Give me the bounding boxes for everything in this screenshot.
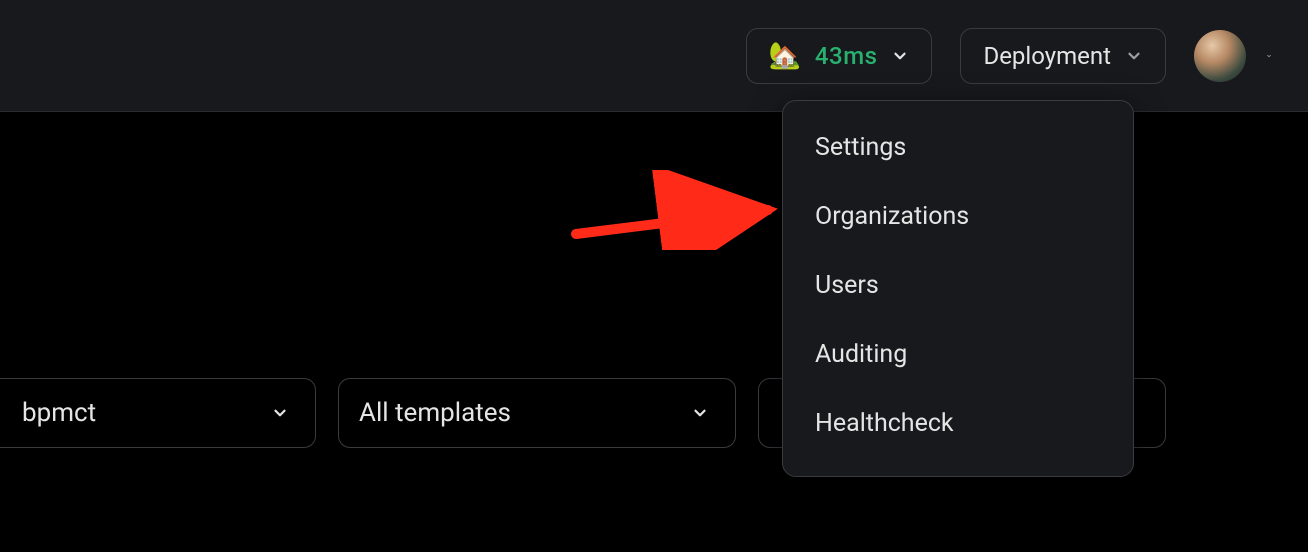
- latency-value: 43ms: [815, 42, 878, 70]
- annotation-arrow-icon: [568, 170, 788, 250]
- menu-item-settings[interactable]: Settings: [783, 113, 1133, 182]
- user-menu-button[interactable]: [1194, 30, 1278, 82]
- topbar: 🏡 43ms Deployment: [0, 0, 1308, 112]
- chevron-down-icon: [1260, 47, 1278, 65]
- chevron-down-icon: [891, 47, 909, 65]
- template-filter-label: All templates: [359, 398, 511, 428]
- menu-item-label: Settings: [815, 133, 906, 162]
- chevron-down-icon: [691, 404, 709, 422]
- menu-item-users[interactable]: Users: [783, 251, 1133, 320]
- menu-item-label: Users: [815, 271, 879, 300]
- proxy-latency-button[interactable]: 🏡 43ms: [746, 28, 933, 84]
- house-emoji-icon: 🏡: [769, 41, 801, 71]
- avatar: [1194, 30, 1246, 82]
- user-filter-label: bpmct: [22, 398, 96, 428]
- deployment-button[interactable]: Deployment: [960, 28, 1166, 84]
- chevron-down-icon: [1125, 47, 1143, 65]
- menu-item-label: Healthcheck: [815, 409, 954, 438]
- deployment-dropdown: Settings Organizations Users Auditing He…: [782, 100, 1134, 477]
- menu-item-label: Organizations: [815, 202, 969, 231]
- chevron-down-icon: [271, 404, 289, 422]
- user-filter[interactable]: bpmct: [0, 378, 316, 448]
- menu-item-organizations[interactable]: Organizations: [783, 182, 1133, 251]
- template-filter[interactable]: All templates: [338, 378, 736, 448]
- menu-item-label: Auditing: [815, 340, 907, 369]
- menu-item-auditing[interactable]: Auditing: [783, 320, 1133, 389]
- deployment-label: Deployment: [983, 42, 1111, 70]
- menu-item-healthcheck[interactable]: Healthcheck: [783, 389, 1133, 458]
